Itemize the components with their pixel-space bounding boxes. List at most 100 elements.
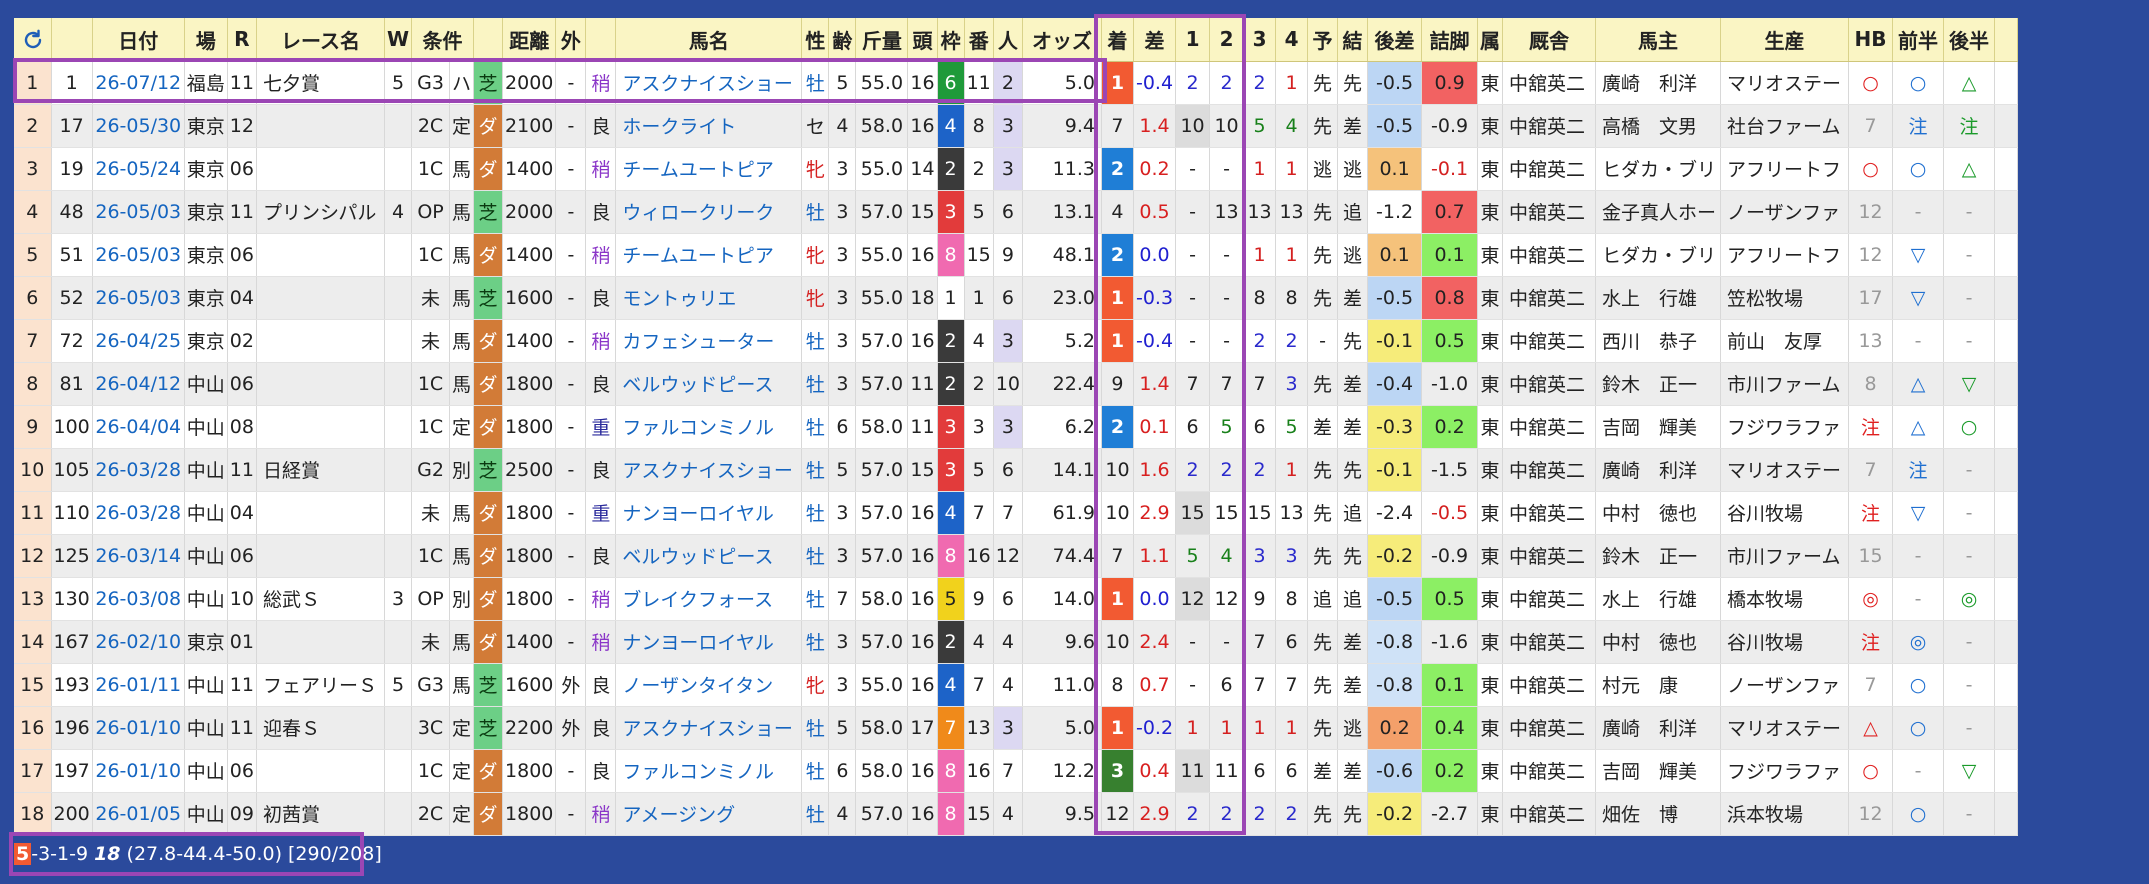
row-id: 19 (51, 147, 93, 191)
table-row[interactable]: 5 51 26-05/03 東京 06 1C 馬ダ 1400- 稍チームユートピア牝 3 55.0 1… (14, 233, 2019, 277)
race-date[interactable]: 26-04/04 (92, 405, 185, 449)
horse-name[interactable]: ベルウッドピース (615, 534, 803, 578)
race-date[interactable]: 26-01/05 (92, 792, 185, 836)
race-date[interactable]: 26-05/03 (92, 233, 185, 277)
col-header-owner[interactable]: 馬主 (1595, 18, 1722, 62)
col-header-age[interactable]: 齢 (828, 18, 857, 62)
table-row[interactable]: 17 197 26-01/10 中山 06 1C 定ダ 1800- 良ファルコンミノル牡 6 58.… (14, 749, 2019, 793)
race-date[interactable]: 26-04/25 (92, 319, 185, 363)
table-row[interactable]: 18 200 26-01/05 中山 09 初茜賞 2C 定ダ 1800- 稍アメージング牡 4 57… (14, 792, 2019, 836)
col-header-extra[interactable] (1994, 18, 2019, 62)
table-row[interactable]: 16 196 26-01/10 中山 11 迎春Ｓ 3C 定芝 2200 外良アスクナイスショー牡… (14, 706, 2019, 750)
col-header-corner1[interactable]: 1 (1175, 18, 1211, 62)
col-header-distance[interactable]: 距離 (502, 18, 557, 62)
horse-name[interactable]: ノーザンタイタン (615, 663, 803, 707)
table-row[interactable]: 9 100 26-04/04 中山 08 1C 定ダ 1800- 重ファルコンミノル牡 6 58.0… (14, 405, 2019, 449)
col-header-weight[interactable]: 斤量 (855, 18, 909, 62)
horse-name[interactable]: ウィロークリーク (615, 190, 803, 234)
surface: ダ (473, 491, 504, 535)
col-header-w[interactable]: W (384, 18, 413, 62)
race-date[interactable]: 26-05/03 (92, 276, 185, 320)
col-header-rank[interactable]: 着 (1101, 18, 1134, 62)
horse-name[interactable]: ブレイクフォース (615, 577, 803, 621)
col-header-horse[interactable]: 馬名 (615, 18, 803, 62)
col-header-first-half[interactable]: 前半 (1892, 18, 1945, 62)
table-row[interactable]: 11 110 26-03/28 中山 04 未馬ダ 1800- 重ナンヨーロイヤル牡 3 57.0… (14, 491, 2019, 535)
table-row[interactable]: 14 167 26-02/10 東京 01 未馬ダ 1400- 稍ナンヨーロイヤル牡 3 57.0… (14, 620, 2019, 664)
horse-name[interactable]: ファルコンミノル (615, 749, 803, 793)
col-header-forecast[interactable]: 予 (1307, 18, 1339, 62)
col-header-result[interactable]: 結 (1337, 18, 1369, 62)
col-header-race-name[interactable]: レース名 (256, 18, 385, 62)
col-header-waku[interactable]: 枠 (937, 18, 965, 62)
horse-name[interactable]: チームユートピア (615, 233, 803, 277)
col-header-closing[interactable]: 詰脚 (1421, 18, 1479, 62)
table-row[interactable]: 13 130 26-03/08 中山 10 総武Ｓ 3 OP 別ダ 1800- 稍ブレイクフォース牡… (14, 577, 2019, 621)
col-header[interactable] (51, 18, 93, 62)
horse-name[interactable]: ホークライト (615, 104, 803, 148)
race-date[interactable]: 26-05/24 (92, 147, 185, 191)
table-row[interactable]: 4 48 26-05/03 東京 11 プリンシパル 4 OP 馬芝 2000- 良ウィロークリーク… (14, 190, 2019, 234)
race-date[interactable]: 26-04/12 (92, 362, 185, 406)
race-date[interactable]: 26-03/08 (92, 577, 185, 621)
second-half-mark: - (1943, 706, 1996, 750)
race-date[interactable]: 26-05/30 (92, 104, 185, 148)
condition: 馬 (449, 663, 475, 707)
col-header-corner3[interactable]: 3 (1243, 18, 1277, 62)
col-header-sex[interactable]: 性 (801, 18, 830, 62)
race-date[interactable]: 26-01/10 (92, 706, 185, 750)
col-header-corner2[interactable]: 2 (1209, 18, 1245, 62)
horse-name[interactable]: アスクナイスショー (615, 706, 803, 750)
table-row[interactable]: 6 52 26-05/03 東京 04 未馬芝 1600- 良モントゥリエ牝 3 55.0 18 1 1… (14, 275, 2019, 320)
horse-name[interactable]: モントゥリエ (615, 276, 803, 320)
owner: 水上 行雄 (1595, 577, 1722, 621)
table-row[interactable]: 12 125 26-03/14 中山 06 1C 馬ダ 1800- 良ベルウッドピース牡 3 57.… (14, 534, 2019, 578)
col-header-surface[interactable] (473, 18, 504, 62)
popularity: 3 (993, 104, 1023, 148)
horse-name[interactable]: アスクナイスショー (615, 61, 803, 105)
race-date[interactable]: 26-02/10 (92, 620, 185, 664)
race-date[interactable]: 26-01/11 (92, 663, 185, 707)
col-header-date[interactable]: 日付 (92, 18, 185, 62)
race-date[interactable]: 26-03/14 (92, 534, 185, 578)
horse-name[interactable]: ナンヨーロイヤル (615, 620, 803, 664)
col-header-race-no[interactable]: R (227, 18, 257, 62)
horse-name[interactable]: ファルコンミノル (615, 405, 803, 449)
horse-name[interactable]: カフェシューター (615, 319, 803, 363)
race-date[interactable]: 26-03/28 (92, 448, 185, 492)
col-header-heads[interactable]: 頭 (907, 18, 938, 62)
table-row[interactable]: 15 193 26-01/11 中山 11 フェアリーＳ 5 G3 馬芝 1600 外良ノーザンタイ… (14, 663, 2019, 707)
horse-name[interactable]: アメージング (615, 792, 803, 836)
table-row[interactable]: 2 17 26-05/30 東京 12 2C 定ダ 2100- 良ホークライトセ 4 58.0 16 4… (14, 104, 2019, 148)
horse-name[interactable]: ベルウッドピース (615, 362, 803, 406)
col-header-late-margin[interactable]: 後差 (1367, 18, 1423, 62)
table-row[interactable]: 3 19 26-05/24 東京 06 1C 馬ダ 1400- 稍チームユートピア牝 3 55.0 1… (14, 147, 2019, 191)
col-header-trainer[interactable]: 厩舎 (1502, 18, 1597, 62)
race-date[interactable]: 26-03/28 (92, 491, 185, 535)
refresh-button[interactable] (14, 18, 51, 61)
table-row[interactable]: 10 105 26-03/28 中山 11 日経賞 G2 別芝 2500- 良アスクナイスショー牡… (14, 448, 2019, 492)
col-header-affiliation[interactable]: 属 (1477, 18, 1504, 62)
race-date[interactable]: 26-07/12 (92, 61, 185, 105)
horse-name[interactable]: アスクナイスショー (615, 448, 803, 492)
col-header-ban[interactable]: 番 (964, 18, 994, 62)
table-row[interactable]: 1 1 26-07/12 福島 11 七夕賞 5 G3 ハ芝 2000- 稍アスクナイスショー牡 5 5… (14, 61, 2019, 105)
col-header-venue[interactable]: 場 (184, 18, 228, 62)
race-date[interactable]: 26-05/03 (92, 190, 185, 234)
col-header-going[interactable] (585, 18, 617, 62)
horse-name[interactable]: チームユートピア (615, 147, 803, 191)
col-header-popularity[interactable]: 人 (993, 18, 1023, 62)
horse-name[interactable]: ナンヨーロイヤル (615, 491, 803, 535)
col-header-hb[interactable]: HB (1848, 18, 1894, 62)
table-row[interactable]: 7 72 26-04/25 東京 02 未馬ダ 1400- 稍カフェシューター牡 3 57.0 16… (14, 319, 2019, 363)
col-header-corner4[interactable]: 4 (1275, 18, 1309, 62)
col-header-breeder[interactable]: 生産 (1720, 18, 1850, 62)
col-header-outer[interactable]: 外 (555, 18, 587, 62)
col-header-condition[interactable]: 条件 (411, 18, 475, 62)
col-header-odds[interactable]: オッズ (1022, 18, 1102, 62)
table-row[interactable]: 8 81 26-04/12 中山 06 1C 馬ダ 1800- 良ベルウッドピース牡 3 57.0 1… (14, 362, 2019, 406)
sex: セ (801, 104, 830, 148)
col-header-margin[interactable]: 差 (1133, 18, 1177, 62)
race-date[interactable]: 26-01/10 (92, 749, 185, 793)
col-header-second-half[interactable]: 後半 (1943, 18, 1996, 62)
